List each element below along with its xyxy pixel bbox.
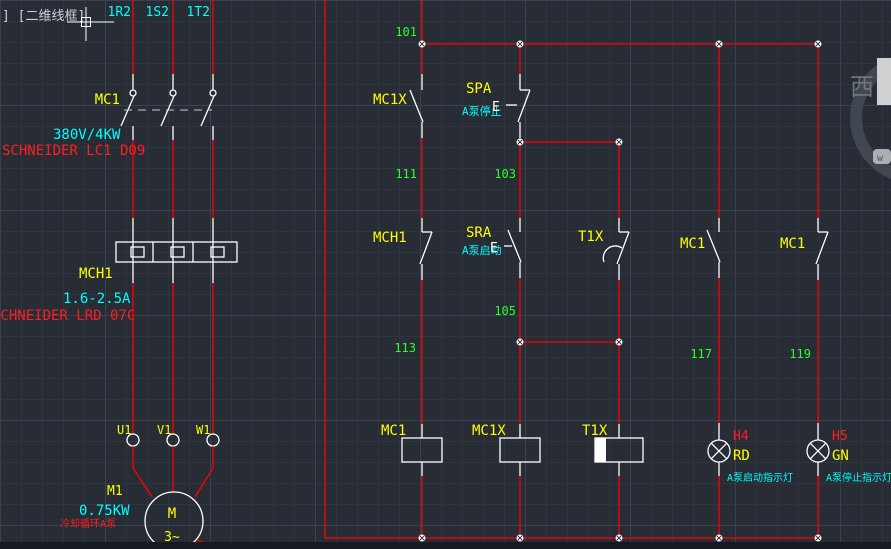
contactor-mc1-symbol[interactable] bbox=[121, 74, 216, 140]
wire-number-105[interactable]: 105 bbox=[494, 304, 516, 318]
overload-mch1-symbol[interactable] bbox=[116, 242, 237, 262]
power-circuit[interactable]: 1R2 1S2 1T2 MC1 380V/4KW SCHNEIDER LC1 D… bbox=[0, 0, 237, 549]
overload-range[interactable]: 1.6-2.5A bbox=[63, 291, 131, 307]
branch-lamp-h4[interactable] bbox=[707, 44, 730, 538]
control-circuit[interactable]: MC1X MCH1 MC1 101 111 113 SPA A泵停止 E bbox=[325, 0, 891, 542]
overload-model[interactable]: SCHNEIDER LRD 07C bbox=[0, 308, 135, 324]
cad-drawing-canvas[interactable]: 1R2 1S2 1T2 MC1 380V/4KW SCHNEIDER LC1 D… bbox=[0, 0, 891, 549]
wire-number-113[interactable]: 113 bbox=[394, 341, 416, 355]
branch-mc1x-coil[interactable] bbox=[500, 44, 540, 538]
contact-mc1x-tag[interactable]: MC1X bbox=[373, 92, 407, 108]
coil-mc1x-tag[interactable]: MC1X bbox=[472, 423, 506, 439]
wire-number-111[interactable]: 111 bbox=[395, 167, 417, 181]
contact-mch1-tag[interactable]: MCH1 bbox=[373, 230, 407, 246]
coil-t1x-tag[interactable]: T1X bbox=[582, 423, 608, 439]
watermark-char: 西 bbox=[850, 73, 874, 101]
contactor-model[interactable]: SCHNEIDER LC1 D09 bbox=[2, 143, 145, 159]
overload-mch1-tag[interactable]: MCH1 bbox=[79, 266, 113, 282]
motor-description[interactable]: 冷却循环A泵 bbox=[60, 517, 116, 530]
terminal-u1[interactable]: U1 bbox=[117, 423, 131, 437]
contactor-rating[interactable]: 380V/4KW bbox=[53, 127, 121, 143]
lamp-h4-tag[interactable]: H4 bbox=[733, 429, 749, 444]
contactor-mc1-tag[interactable]: MC1 bbox=[95, 92, 120, 108]
contact-mc1-no-tag[interactable]: MC1 bbox=[680, 236, 705, 252]
branch-mc1-coil[interactable] bbox=[402, 44, 442, 538]
coil-t1x-filled-segment bbox=[595, 438, 606, 462]
wire-number-117[interactable]: 117 bbox=[690, 347, 712, 361]
phase-label-1s2[interactable]: 1S2 bbox=[146, 5, 169, 20]
motor-letter[interactable]: M bbox=[168, 506, 176, 522]
pushbutton-sra-actuator[interactable]: E bbox=[490, 241, 498, 256]
schematic-svg[interactable]: 1R2 1S2 1T2 MC1 380V/4KW SCHNEIDER LC1 D… bbox=[0, 0, 891, 549]
phase-label-1r2[interactable]: 1R2 bbox=[108, 5, 131, 20]
phase-wires-bottom[interactable] bbox=[133, 283, 213, 434]
wire-number-119[interactable]: 119 bbox=[789, 347, 811, 361]
coil-mc1-tag[interactable]: MC1 bbox=[381, 423, 406, 439]
lamp-h4-color[interactable]: RD bbox=[733, 448, 750, 464]
lamp-h5-color[interactable]: GN bbox=[832, 448, 849, 464]
wire-number-103[interactable]: 103 bbox=[494, 167, 516, 181]
watermark-badge-letter: w bbox=[877, 153, 884, 164]
phase-label-1t2[interactable]: 1T2 bbox=[187, 5, 210, 20]
watermark-rect bbox=[877, 58, 891, 105]
terminal-v1[interactable]: V1 bbox=[157, 423, 171, 437]
pushbutton-spa-tag[interactable]: SPA bbox=[466, 81, 492, 97]
lamp-h5-caption[interactable]: A泵停止指示灯 bbox=[826, 471, 891, 484]
branch-lamp-h5[interactable] bbox=[807, 44, 829, 538]
terminal-w1[interactable]: W1 bbox=[196, 423, 210, 437]
coil-mc1x-symbol bbox=[500, 438, 540, 462]
wire-number-101[interactable]: 101 bbox=[395, 25, 417, 39]
lamp-h4-caption[interactable]: A泵启动指示灯 bbox=[727, 471, 793, 484]
contact-mc1-nc-tag[interactable]: MC1 bbox=[780, 236, 805, 252]
pushbutton-sra-tag[interactable]: SRA bbox=[466, 225, 492, 241]
coil-mc1-symbol bbox=[402, 438, 442, 462]
watermark: 西 w bbox=[850, 58, 891, 178]
contact-t1x-tag[interactable]: T1X bbox=[578, 229, 604, 245]
motor-power[interactable]: 0.75KW bbox=[79, 503, 130, 519]
lamp-h5-tag[interactable]: H5 bbox=[832, 429, 848, 444]
pushbutton-spa-actuator[interactable]: E bbox=[492, 100, 500, 115]
motor-tag[interactable]: M1 bbox=[107, 484, 123, 499]
bottom-edge-strip bbox=[0, 542, 891, 549]
